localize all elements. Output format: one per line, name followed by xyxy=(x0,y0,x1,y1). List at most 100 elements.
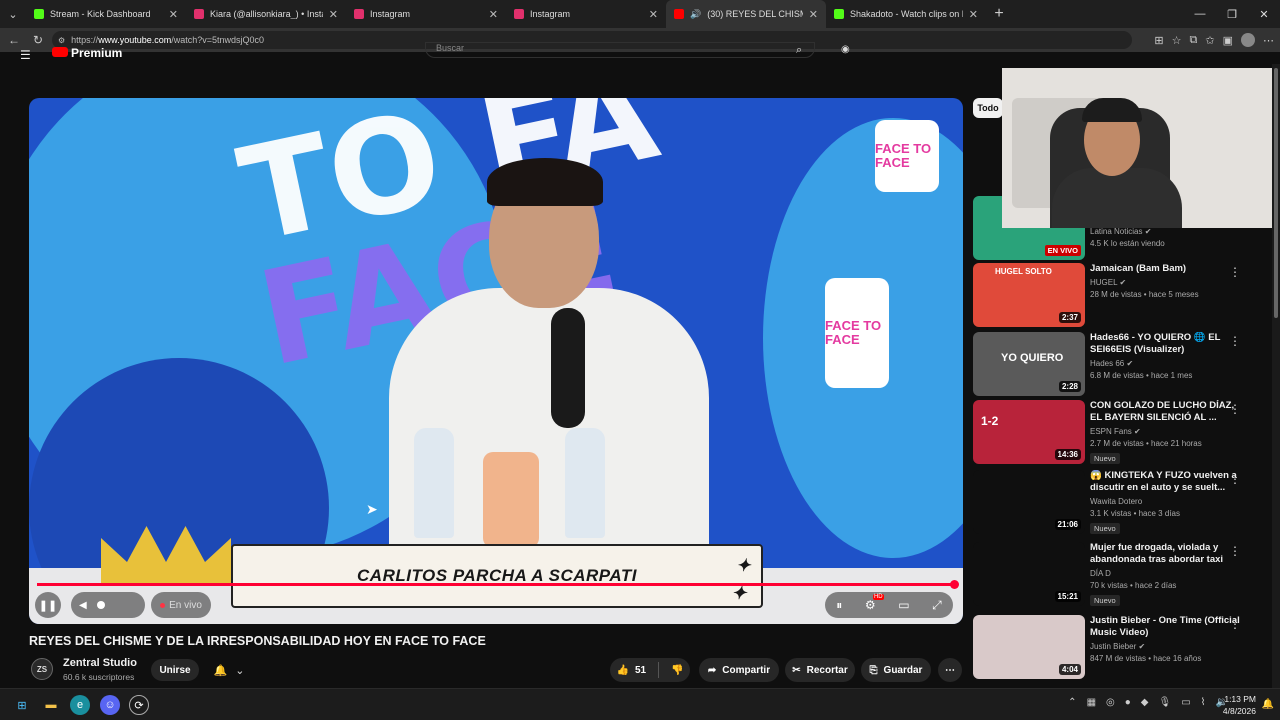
system-clock[interactable]: 1:13 PM 4/8/2026 xyxy=(1223,693,1256,717)
minimize-icon[interactable]: — xyxy=(1184,0,1216,28)
channel-name[interactable]: DÍA D xyxy=(1090,569,1242,578)
theater-mode-icon[interactable]: ▭ xyxy=(898,598,909,612)
network-icon[interactable]: ⌇ xyxy=(1201,697,1206,708)
obs-icon[interactable]: ● xyxy=(1125,697,1131,708)
clip-button[interactable]: ✂ Recortar xyxy=(785,658,855,682)
recommended-video[interactable]: 15:21 Mujer fue drogada, violada y aband… xyxy=(973,542,1263,608)
recommended-video[interactable]: 1-2 14:36 CON GOLAZO DE LUCHO DÍAZ, EL BA… xyxy=(973,400,1263,466)
browser-tab[interactable]: Instagram ✕ xyxy=(506,0,666,28)
recommended-video[interactable]: 21:06 😱 KINGTEKA Y FUZO vuelven a discut… xyxy=(973,470,1263,536)
fullscreen-icon[interactable]: ⤢ xyxy=(932,598,942,613)
browser-tab-active[interactable]: 🔊 (30) REYES DEL CHISME Y DE ✕ xyxy=(666,0,826,28)
close-tab-icon[interactable]: ✕ xyxy=(649,8,658,21)
youtube-logo[interactable]: Premium xyxy=(52,46,122,60)
close-tab-icon[interactable]: ✕ xyxy=(809,8,818,21)
video-player[interactable]: TO FA FACE FACE TO FACE FACE TO FACE CAR… xyxy=(29,98,963,624)
volume-slider[interactable] xyxy=(96,601,105,609)
channel-name[interactable]: Zentral Studio xyxy=(63,657,137,669)
profile-avatar[interactable] xyxy=(1241,33,1255,47)
search-input[interactable]: Buscar xyxy=(425,42,815,58)
video-title[interactable]: CON GOLAZO DE LUCHO DÍAZ, EL BAYERN SILE… xyxy=(1090,400,1242,424)
channel-name[interactable]: Latina Noticias ✔ xyxy=(1090,227,1242,236)
steam-icon[interactable]: ◎ xyxy=(1106,697,1115,708)
edge-browser-icon[interactable]: e xyxy=(70,695,90,715)
video-title[interactable]: Hades66 - YO QUIERO 🌐 EL SEI66EIS (Visua… xyxy=(1090,332,1242,356)
more-actions-button[interactable]: ⋯ xyxy=(938,658,962,682)
close-window-icon[interactable]: ✕ xyxy=(1248,0,1280,28)
channel-avatar[interactable]: ZS xyxy=(31,658,53,680)
live-indicator[interactable]: En vivo xyxy=(151,592,211,618)
share-button[interactable]: ➦ Compartir xyxy=(699,658,779,682)
video-thumbnail[interactable]: YO QUIERO 2:28 xyxy=(973,332,1085,396)
page-scrollbar[interactable] xyxy=(1272,64,1280,688)
filter-chip-all[interactable]: Todo xyxy=(973,98,1003,118)
notification-bell-icon[interactable]: 🔔 xyxy=(1262,699,1274,710)
recommended-video[interactable]: HUGEL SOLTO 2:37 Jamaican (Bam Bam) HUGEL… xyxy=(973,263,1263,329)
recommended-video[interactable]: YO QUIERO 2:28 Hades66 - YO QUIERO 🌐 EL S… xyxy=(973,332,1263,398)
tray-app-icon[interactable]: ▦ xyxy=(1087,697,1096,708)
extensions-icon[interactable]: ⧉ xyxy=(1190,34,1198,47)
new-tab-button[interactable]: + xyxy=(986,5,1012,23)
speaker-icon[interactable]: 🔊 xyxy=(690,9,701,20)
channel-name[interactable]: Justin Bieber ✔ xyxy=(1090,642,1242,651)
join-button[interactable]: Unirse xyxy=(151,659,199,681)
settings-gear-icon[interactable]: ⚙ xyxy=(865,594,884,612)
progress-scrubber[interactable] xyxy=(950,580,959,589)
channel-name[interactable]: Hades 66 ✔ xyxy=(1090,359,1242,368)
search-icon[interactable]: ⌕ xyxy=(796,44,802,57)
progress-bar[interactable] xyxy=(37,580,959,589)
hamburger-menu-icon[interactable]: ☰ xyxy=(20,48,31,62)
kebab-menu-icon[interactable]: ⋮ xyxy=(1229,617,1241,631)
browser-tab[interactable]: Stream - Kick Dashboard ✕ xyxy=(26,0,186,28)
pause-button[interactable]: ❚❚ xyxy=(35,592,61,618)
kebab-menu-icon[interactable]: ⋮ xyxy=(1229,544,1241,558)
video-thumbnail[interactable]: 15:21 xyxy=(973,542,1085,606)
notifications-button[interactable]: 🔔 ⌄ xyxy=(206,659,252,681)
app-icon[interactable]: ⟳ xyxy=(129,695,149,715)
recommended-video[interactable]: 4:04 Justin Bieber - One Time (Official … xyxy=(973,615,1263,681)
volume-control[interactable]: ◀ xyxy=(71,592,145,618)
discord-icon[interactable]: ☺ xyxy=(100,695,120,715)
save-button[interactable]: ⎘ Guardar xyxy=(861,658,931,682)
video-thumbnail[interactable]: 4:04 xyxy=(973,615,1085,679)
windows-start-icon[interactable]: ⊞ xyxy=(12,695,32,715)
browser-tab[interactable]: Kiara (@allisonkiara_) • Instagram ✕ xyxy=(186,0,346,28)
like-button[interactable]: 👍 51 xyxy=(616,665,646,676)
tab-actions-menu-icon[interactable]: ⌄ xyxy=(0,0,26,28)
video-title[interactable]: Jamaican (Bam Bam) xyxy=(1090,263,1242,275)
channel-name[interactable]: ESPN Fans ✔ xyxy=(1090,427,1242,436)
kebab-menu-icon[interactable]: ⋮ xyxy=(1229,334,1241,348)
browser-tab[interactable]: Shakadoto - Watch clips on Kick ✕ xyxy=(826,0,986,28)
tray-overflow-icon[interactable]: ⌃ xyxy=(1068,697,1076,708)
kebab-menu-icon[interactable]: ⋮ xyxy=(1229,402,1241,416)
channel-name[interactable]: HUGEL ✔ xyxy=(1090,278,1242,287)
browser-tab[interactable]: Instagram ✕ xyxy=(346,0,506,28)
restore-icon[interactable]: ❐ xyxy=(1216,0,1248,28)
favorite-star-icon[interactable]: ☆ xyxy=(1172,34,1182,47)
video-thumbnail[interactable]: 1-2 14:36 xyxy=(973,400,1085,464)
collections-icon[interactable]: ▣ xyxy=(1223,34,1233,47)
nvidia-icon[interactable]: ◆ xyxy=(1141,697,1149,708)
display-icon[interactable]: ▭ xyxy=(1181,697,1190,708)
channel-name[interactable]: Wawita Dotero xyxy=(1090,497,1242,506)
close-tab-icon[interactable]: ✕ xyxy=(969,8,978,21)
site-info-icon[interactable]: ⚙ xyxy=(58,36,65,45)
voice-search-icon[interactable]: ◉ xyxy=(841,44,850,55)
more-options-icon[interactable]: ⋯ xyxy=(1263,34,1274,47)
app-available-icon[interactable]: ⊞ xyxy=(1154,34,1163,47)
microphone-icon[interactable]: 🎙 xyxy=(1159,697,1172,708)
video-title[interactable]: Mujer fue drogada, violada y abandonada … xyxy=(1090,542,1242,566)
video-thumbnail[interactable]: HUGEL SOLTO 2:37 xyxy=(973,263,1085,327)
back-arrow-icon[interactable]: ← xyxy=(2,33,26,47)
scrollbar-thumb[interactable] xyxy=(1274,68,1278,318)
autoplay-toggle-icon[interactable]: ⏸ xyxy=(836,598,842,613)
reload-icon[interactable]: ↻ xyxy=(26,33,50,47)
video-thumbnail[interactable]: 21:06 xyxy=(973,470,1085,534)
close-tab-icon[interactable]: ✕ xyxy=(169,8,178,21)
kebab-menu-icon[interactable]: ⋮ xyxy=(1229,265,1241,279)
video-title[interactable]: Justin Bieber - One Time (Official Music… xyxy=(1090,615,1242,639)
file-explorer-icon[interactable]: ▬ xyxy=(41,695,61,715)
close-tab-icon[interactable]: ✕ xyxy=(489,8,498,21)
dislike-button[interactable]: 👎 xyxy=(671,665,683,676)
favorites-icon[interactable]: ✩ xyxy=(1205,34,1214,47)
